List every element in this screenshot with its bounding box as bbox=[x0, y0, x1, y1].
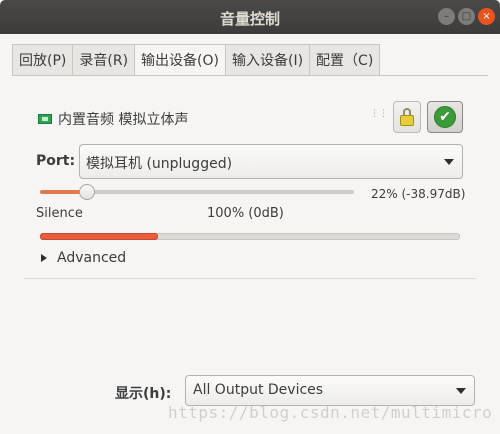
port-select[interactable]: 模拟耳机 (unplugged) bbox=[79, 144, 463, 179]
tab-output-devices[interactable]: 输出设备(O) bbox=[135, 44, 226, 76]
title-bar[interactable]: 音量控制 – □ × bbox=[0, 0, 500, 34]
lock-icon bbox=[400, 108, 414, 126]
watermark: https://blog.csdn.net/multimicro bbox=[168, 403, 493, 422]
show-devices-select[interactable]: All Output Devices bbox=[185, 375, 475, 406]
volume-slider-handle[interactable] bbox=[78, 184, 95, 200]
port-value: 模拟耳机 (unplugged) bbox=[86, 156, 233, 172]
separator bbox=[24, 278, 476, 279]
tab-bar: 回放(P) 录音(R) 输出设备(O) 输入设备(I) 配置（C) bbox=[12, 44, 381, 76]
sound-card-icon bbox=[38, 114, 52, 124]
drag-grip-icon: ⋮⋮ bbox=[370, 109, 388, 119]
show-label: 显示(h): bbox=[115, 386, 172, 402]
level-meter-fill bbox=[40, 233, 158, 240]
silence-label: Silence bbox=[36, 206, 83, 221]
tab-input-devices[interactable]: 输入设备(I) bbox=[225, 44, 311, 76]
window-body: 回放(P) 录音(R) 输出设备(O) 输入设备(I) 配置（C) 内置音频 模… bbox=[0, 34, 500, 434]
tab-configuration[interactable]: 配置（C) bbox=[310, 44, 381, 76]
port-label: Port: bbox=[36, 153, 76, 169]
maximize-button[interactable]: □ bbox=[458, 8, 475, 25]
tab-divider bbox=[12, 75, 488, 76]
set-default-button[interactable]: ✔ bbox=[427, 101, 463, 133]
chevron-down-icon bbox=[444, 159, 454, 165]
minimize-button[interactable]: – bbox=[438, 8, 455, 25]
full-volume-label: 100% (0dB) bbox=[207, 206, 284, 221]
chevron-down-icon bbox=[456, 388, 466, 394]
advanced-expander[interactable]: Advanced bbox=[57, 250, 126, 266]
show-devices-value: All Output Devices bbox=[193, 382, 324, 398]
device-name: 内置音频 模拟立体声 bbox=[58, 112, 189, 128]
window-title: 音量控制 bbox=[219, 10, 280, 28]
checkmark-icon: ✔ bbox=[434, 106, 456, 128]
lock-channels-button[interactable] bbox=[393, 101, 421, 133]
volume-readout: 22% (-38.97dB) bbox=[371, 187, 466, 201]
close-button[interactable]: × bbox=[478, 8, 495, 25]
tab-recording[interactable]: 录音(R) bbox=[73, 44, 136, 76]
tab-playback[interactable]: 回放(P) bbox=[12, 44, 74, 76]
expander-arrow-icon[interactable] bbox=[41, 254, 47, 262]
